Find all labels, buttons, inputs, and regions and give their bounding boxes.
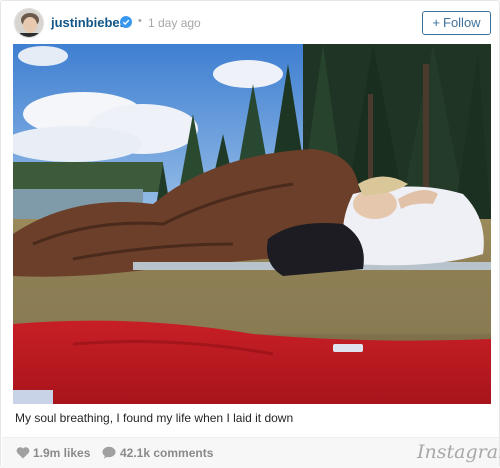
comment-bubble-icon[interactable]	[102, 446, 116, 459]
instagram-embed-card: justinbieber • 1 day ago + Follow My sou…	[0, 0, 500, 468]
username-link[interactable]: justinbieber	[51, 15, 125, 30]
post-footer: 1.9m likes 42.1k comments Instagram	[2, 437, 500, 468]
post-header: justinbieber • 1 day ago + Follow	[1, 1, 500, 45]
follow-button[interactable]: + Follow	[422, 11, 491, 35]
plus-icon: +	[432, 15, 440, 30]
heart-icon[interactable]	[16, 446, 30, 459]
follow-label: Follow	[443, 15, 481, 30]
separator-dot: •	[138, 15, 142, 27]
likes-count[interactable]: 1.9m likes	[33, 446, 90, 460]
post-time[interactable]: 1 day ago	[148, 16, 201, 30]
verified-badge-icon	[120, 16, 132, 28]
post-photo[interactable]	[13, 44, 491, 404]
avatar[interactable]	[14, 8, 44, 38]
post-caption: My soul breathing, I found my life when …	[15, 411, 294, 425]
instagram-logo[interactable]: Instagram	[417, 441, 500, 463]
comments-count[interactable]: 42.1k comments	[120, 446, 213, 460]
